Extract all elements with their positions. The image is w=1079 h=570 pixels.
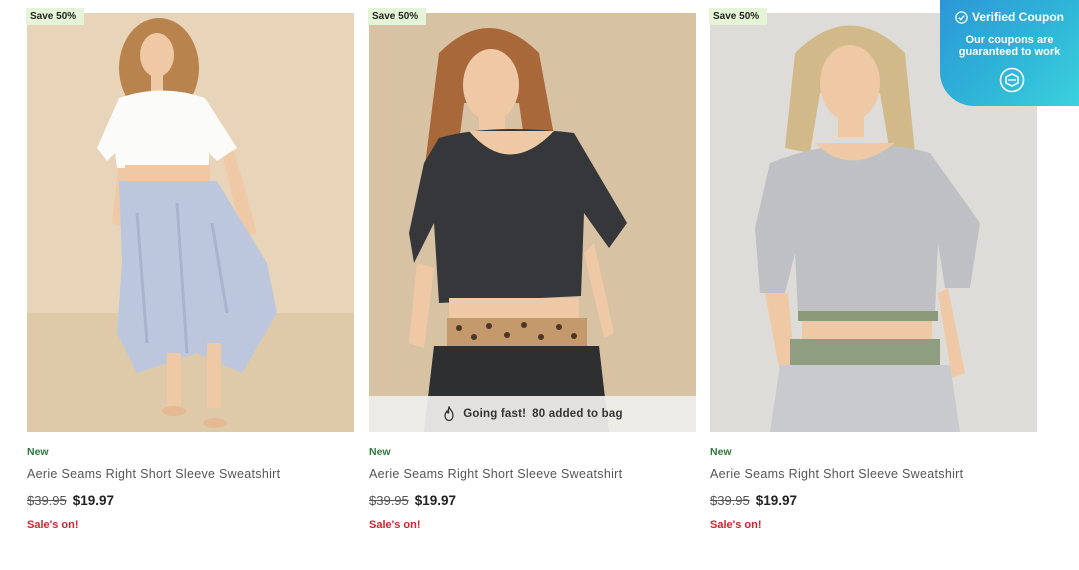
sale-price: $19.97 [755,493,798,508]
product-card[interactable]: Save 50% New Aerie Seams Right Short Sle… [26,8,354,553]
discount-badge: Save 50% [26,8,85,25]
sale-label: Sale's on! [710,519,762,531]
coupon-logo-icon[interactable] [999,67,1025,93]
new-label: New [27,446,49,458]
product-info: New Aerie Seams Right Short Sleeve Sweat… [27,445,354,532]
sale-label: Sale's on! [369,519,421,531]
price-row: $39.95 $19.97 [369,492,696,510]
coupon-tagline-2: guaranteed to work [958,46,1061,58]
coupon-header: Verified Coupon [940,9,1079,25]
original-price: $39.95 [27,493,67,508]
original-price: $39.95 [369,493,409,508]
stock-banner: Going fast! 80 added to bag [369,396,696,432]
sale-price: $19.97 [72,493,115,508]
new-label: New [710,446,732,458]
check-circle-icon [955,10,968,24]
going-fast-text: Going fast! [463,408,527,420]
product-card[interactable]: Going fast! 80 added to bag Save 50% New… [368,8,696,553]
price-row: $39.95 $19.97 [710,492,1037,510]
added-count-text: 80 added to bag [532,408,623,420]
verified-coupon-widget[interactable]: Verified Coupon Our coupons are guarante… [940,0,1079,106]
discount-badge: Save 50% [368,8,427,25]
sale-price: $19.97 [414,493,457,508]
product-photo-white-top [27,13,354,432]
product-grid: Save 50% New Aerie Seams Right Short Sle… [26,8,1037,553]
original-price: $39.95 [710,493,750,508]
product-info: New Aerie Seams Right Short Sleeve Sweat… [710,445,1037,532]
discount-badge: Save 50% [709,8,768,25]
coupon-title: Verified Coupon [971,10,1064,24]
product-image[interactable] [27,13,354,432]
new-label: New [369,446,391,458]
coupon-tagline-1: Our coupons are [965,34,1054,46]
product-info: New Aerie Seams Right Short Sleeve Sweat… [369,445,696,532]
product-image[interactable]: Going fast! 80 added to bag [369,13,696,432]
sale-label: Sale's on! [27,519,79,531]
product-title[interactable]: Aerie Seams Right Short Sleeve Sweatshir… [369,466,696,482]
flame-icon [444,406,454,422]
product-photo-black-top [369,13,696,432]
product-title[interactable]: Aerie Seams Right Short Sleeve Sweatshir… [27,466,354,482]
product-title[interactable]: Aerie Seams Right Short Sleeve Sweatshir… [710,466,1037,482]
price-row: $39.95 $19.97 [27,492,354,510]
